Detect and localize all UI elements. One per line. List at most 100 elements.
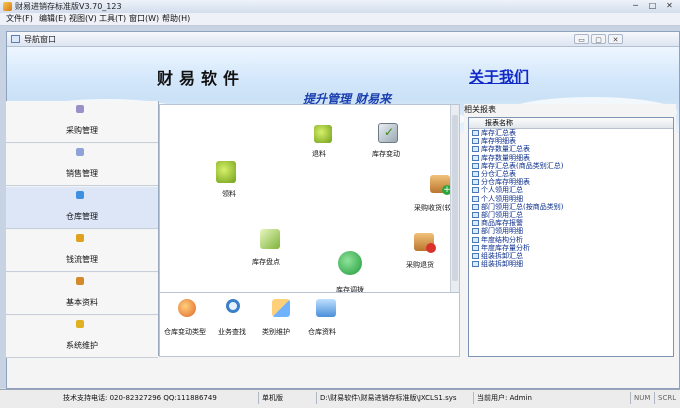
report-icon xyxy=(472,195,479,202)
report-icon xyxy=(472,162,479,169)
menu-tools[interactable]: 工具(T) xyxy=(99,13,126,25)
menu-view[interactable]: 视图(V) xyxy=(69,13,97,25)
menu-help[interactable]: 帮助(H) xyxy=(162,13,190,25)
report-list[interactable]: 报表名称 库存汇总表 库存明细表 库存数量汇总表 库存数量明细表 库存汇总表(商… xyxy=(468,117,674,357)
warehouse-doc-icon xyxy=(316,299,336,317)
status-path: D:\财易软件\财易进销存标准版\JXCLS1.sys xyxy=(316,392,471,404)
return-material-icon xyxy=(314,125,332,143)
sales-icon xyxy=(76,148,84,156)
report-row[interactable]: 组装拆卸汇总 xyxy=(469,252,673,260)
purchase-return-button[interactable]: 采购退货 xyxy=(404,233,454,273)
warehouse-icon xyxy=(76,191,84,199)
report-row[interactable]: 部门领用汇总(按商品类别) xyxy=(469,203,673,211)
nav-item-purchase[interactable]: 采购管理 xyxy=(6,101,158,143)
nav-item-cashflow[interactable]: 钱流管理 xyxy=(6,230,158,272)
status-scrl: SCRL xyxy=(654,392,680,404)
refresh-icon xyxy=(338,251,362,275)
check-mark-icon: ✓ xyxy=(384,125,395,139)
pick-material-button[interactable]: 领料 xyxy=(212,161,242,203)
report-icon xyxy=(472,261,479,268)
report-name: 库存汇总表 xyxy=(481,129,516,137)
purchase-receive-label: 采购收货(较 xyxy=(414,204,452,212)
nav-item-label: 仓库管理 xyxy=(66,212,98,221)
nav-item-sales[interactable]: 销售管理 xyxy=(6,144,158,186)
module-nav: 采购管理 销售管理 仓库管理 钱流管理 基本资料 系统维护 xyxy=(6,101,159,358)
scroll-thumb[interactable] xyxy=(452,115,458,281)
business-search-button[interactable]: 业务查找 xyxy=(216,299,256,343)
report-row[interactable]: 部门领用汇总 xyxy=(469,211,673,219)
report-icon xyxy=(472,228,479,235)
window-title: 财易进销存标准版V3.70_123 xyxy=(15,2,122,11)
stock-count-button[interactable]: 库存盘点 xyxy=(252,229,292,269)
menu-file[interactable]: 文件(F) xyxy=(6,13,33,25)
stock-count-label: 库存盘点 xyxy=(252,258,280,266)
report-name: 部门领用明细 xyxy=(481,227,523,236)
report-icon xyxy=(472,171,479,177)
title-bar: 财易进销存标准版V3.70_123 ─ □ ✕ xyxy=(0,0,680,14)
banner-title: 财易软件 xyxy=(157,69,246,88)
report-name: 库存数量明细表 xyxy=(481,153,530,162)
minimize-button[interactable]: ─ xyxy=(628,1,643,11)
report-icon xyxy=(472,244,479,251)
report-name: 年度库存量分析 xyxy=(481,243,530,252)
change-type-button[interactable]: 仓库变动类型 xyxy=(164,299,212,343)
nav-item-system[interactable]: 系统维护 xyxy=(6,316,158,358)
maximize-button[interactable]: □ xyxy=(645,1,660,11)
close-button[interactable]: ✕ xyxy=(662,1,677,11)
workflow-scrollbar[interactable] xyxy=(450,105,459,292)
report-row[interactable]: 组装拆卸明细 xyxy=(469,260,673,268)
child-minimize-button[interactable]: ▭ xyxy=(574,34,589,44)
report-name: 组装拆卸汇总 xyxy=(481,252,523,260)
report-row[interactable]: 部门领用明细 xyxy=(469,227,673,235)
status-mode: 单机版 xyxy=(258,392,314,404)
nav-item-basic-data[interactable]: 基本资料 xyxy=(6,273,158,315)
report-row[interactable]: 年度结构分析 xyxy=(469,236,673,244)
report-name: 年度结构分析 xyxy=(481,235,523,244)
report-icon xyxy=(472,236,479,243)
window-icon xyxy=(11,35,20,43)
warehouse-data-label: 仓库资料 xyxy=(308,328,336,336)
child-close-button[interactable]: ✕ xyxy=(608,34,623,44)
report-row[interactable]: 库存数量汇总表 xyxy=(469,145,673,153)
system-icon xyxy=(76,320,84,328)
category-maintain-label: 类别维护 xyxy=(262,328,290,336)
child-maximize-button[interactable]: ▢ xyxy=(591,34,606,44)
purchase-icon xyxy=(76,105,84,113)
report-name: 库存汇总表(商品类别汇总) xyxy=(481,161,564,170)
report-row[interactable]: 个人领用明细 xyxy=(469,195,673,203)
about-us-link[interactable]: 关于我们 xyxy=(469,66,529,87)
reports-panel-title: 相关报表 xyxy=(464,105,496,114)
reports-panel: 相关报表 报表名称 库存汇总表 库存明细表 库存数量汇总表 库存数量明细表 库存… xyxy=(464,104,676,357)
menu-window[interactable]: 窗口(W) xyxy=(129,13,159,25)
nav-item-label: 钱流管理 xyxy=(66,255,98,264)
pick-material-label: 领料 xyxy=(222,190,236,198)
report-row[interactable]: 库存汇总表 xyxy=(469,129,673,137)
report-row[interactable]: 库存数量明细表 xyxy=(469,154,673,162)
category-maintain-button[interactable]: 类别维护 xyxy=(260,299,300,343)
workflow-area: 退料 ✓ 库存变动 领料 + 采购收货(较 库存盘点 采购退货 库存调拨 xyxy=(159,104,460,293)
report-row[interactable]: 库存汇总表(商品类别汇总) xyxy=(469,162,673,170)
report-list-header[interactable]: 报表名称 xyxy=(469,118,673,129)
report-icon xyxy=(472,179,479,186)
column-header: 报表名称 xyxy=(485,119,513,127)
report-name: 库存数量汇总表 xyxy=(481,145,530,154)
change-type-icon xyxy=(178,299,196,317)
warehouse-data-button[interactable]: 仓库资料 xyxy=(306,299,346,343)
report-icon xyxy=(472,154,479,161)
report-row[interactable]: 分仓汇总表 xyxy=(469,170,673,178)
nav-item-warehouse[interactable]: 仓库管理 xyxy=(6,187,158,229)
stock-change-label: 库存变动 xyxy=(372,150,400,158)
status-num: NUM xyxy=(630,392,654,404)
menu-edit[interactable]: 编辑(E) xyxy=(39,13,66,25)
nav-item-label: 销售管理 xyxy=(66,169,98,178)
report-row[interactable]: 个人领用汇总 xyxy=(469,186,673,194)
stock-change-button[interactable]: ✓ 库存变动 xyxy=(370,123,410,163)
quick-actions: 仓库变动类型 业务查找 类别维护 仓库资料 xyxy=(159,292,460,357)
report-name: 组装拆卸明细 xyxy=(481,260,523,269)
stock-count-icon xyxy=(260,229,280,249)
status-support: 技术支持电话: 020-82327296 QQ:111886749 xyxy=(63,394,217,402)
report-row[interactable]: 年度库存量分析 xyxy=(469,244,673,252)
return-material-button[interactable]: 退料 xyxy=(308,125,338,165)
stock-transfer-button[interactable]: 库存调拨 xyxy=(334,251,374,292)
status-user: 当前用户: Admin xyxy=(473,392,628,404)
